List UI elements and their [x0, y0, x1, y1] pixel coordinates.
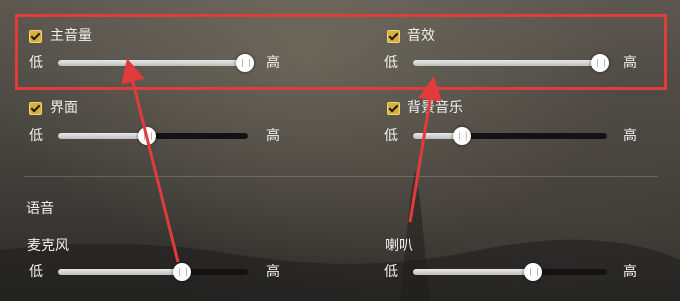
- slider-knob[interactable]: [453, 127, 471, 145]
- microphone-label: 麦克风: [27, 238, 69, 254]
- interface-label: 界面: [50, 100, 78, 116]
- speaker-slider[interactable]: [413, 263, 607, 281]
- background-music-low-label: 低: [384, 128, 398, 144]
- slider-fill: [58, 269, 182, 275]
- slider-knob[interactable]: [138, 127, 156, 145]
- interface-slider[interactable]: [58, 127, 248, 145]
- background-music-checkbox[interactable]: [387, 102, 400, 115]
- slider-knob[interactable]: [173, 263, 191, 281]
- microphone-high-label: 高: [266, 264, 280, 280]
- highlight-box: [15, 14, 667, 90]
- interface-checkbox[interactable]: [29, 102, 42, 115]
- microphone-slider[interactable]: [58, 263, 248, 281]
- slider-fill: [58, 133, 147, 139]
- interface-low-label: 低: [29, 128, 43, 144]
- interface-high-label: 高: [266, 128, 280, 144]
- speaker-high-label: 高: [623, 264, 637, 280]
- slider-knob[interactable]: [524, 263, 542, 281]
- voice-section-title: 语音: [26, 201, 54, 217]
- slider-fill: [413, 269, 533, 275]
- background-music-high-label: 高: [623, 128, 637, 144]
- section-divider: [24, 176, 658, 177]
- speaker-label: 喇叭: [385, 238, 413, 254]
- microphone-low-label: 低: [29, 264, 43, 280]
- background-music-label: 背景音乐: [407, 100, 463, 116]
- background-music-slider[interactable]: [413, 127, 607, 145]
- speaker-low-label: 低: [384, 264, 398, 280]
